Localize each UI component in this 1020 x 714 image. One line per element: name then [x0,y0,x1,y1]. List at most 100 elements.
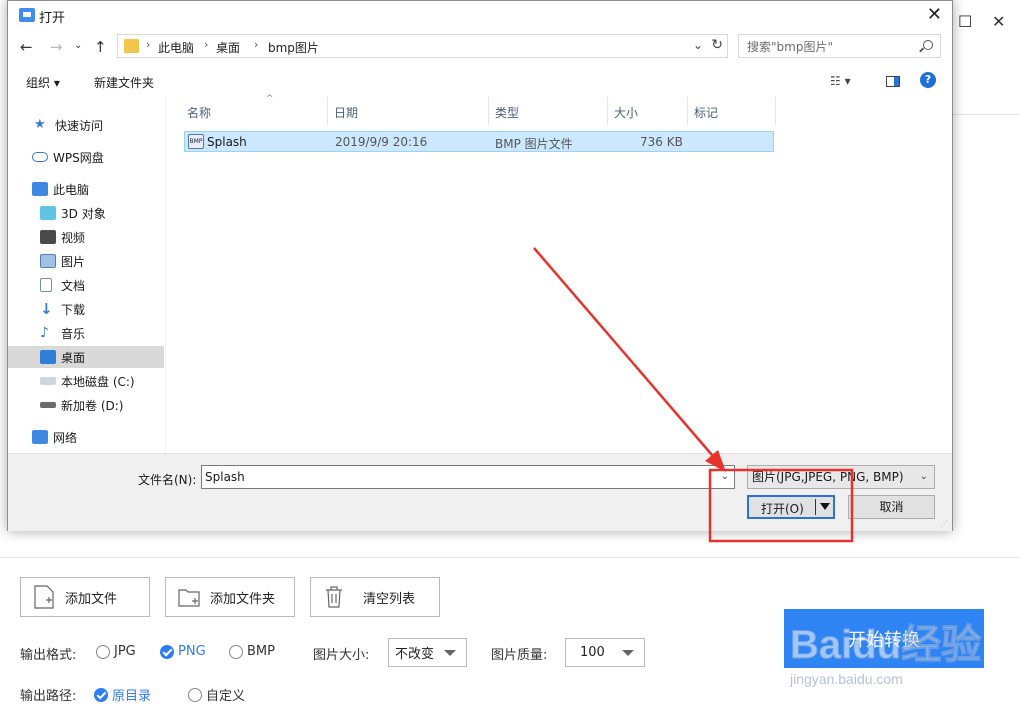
sidebar-item-label: 文档 [61,278,86,293]
drive-icon [40,377,56,385]
radio-icon [229,644,243,659]
divider [0,557,1020,558]
address-bar[interactable]: › 此电脑 › 桌面 › bmp图片 ⌄ ↻ [117,34,728,58]
view-options-icon[interactable]: ☷ ▾ [830,74,851,88]
chevron-down-icon[interactable]: ⌄ [693,38,703,52]
back-arrow-icon[interactable]: ← [20,38,33,56]
watermark-url: jingyan.baidu.com [790,671,903,687]
add-file-icon [34,585,54,609]
desktop-icon [40,350,56,364]
image-size-value: 不改变 [395,647,435,662]
sidebar-item-label: 视频 [61,230,86,245]
video-icon [40,230,56,244]
file-list: ^ 名称 日期 类型 大小 标记 BMP Splash 2019/9/9 20:… [168,94,952,453]
format-png-radio[interactable]: PNG [160,644,206,659]
dialog-footer: 文件名(N): Splash ⌄ 图片(JPG,JPEG, PNG, BMP) … [8,453,952,531]
chevron-right-icon[interactable]: › [204,38,208,51]
column-label: 类型 [495,106,520,120]
table-row[interactable]: BMP Splash 2019/9/9 20:16 BMP 图片文件 736 K… [184,131,774,152]
output-format-label: 输出格式: [20,648,77,663]
sidebar-item-drive-c[interactable]: 本地磁盘 (C:) [8,370,164,392]
sidebar-item-label: 新加卷 (D:) [61,398,124,413]
radio-label: 自定义 [206,689,246,704]
sidebar-item-label: 图片 [61,254,86,269]
column-header-tags[interactable]: 标记 [688,97,776,125]
close-icon[interactable]: ✕ [927,4,942,25]
open-file-dialog: 打开 ✕ ← → ⌄ ↑ › 此电脑 › 桌面 › bmp图片 ⌄ ↻ 搜索"b… [7,0,953,531]
path-original-radio[interactable]: 原目录 [94,685,151,704]
breadcrumb-bmp-folder[interactable]: bmp图片 [268,39,319,56]
help-icon[interactable]: ? [920,72,936,88]
sidebar-item-label: WPS网盘 [53,150,104,165]
sidebar-item-label: 3D 对象 [61,206,106,221]
add-folder-button[interactable]: 添加文件夹 [165,577,295,617]
sidebar-item-label: 网络 [53,430,78,445]
quality-value: 100 [580,645,605,660]
sidebar-item-downloads[interactable]: ↓ 下载 [8,298,164,320]
folder-icon [124,39,139,53]
sidebar-item-documents[interactable]: 文档 [8,274,164,296]
cancel-button[interactable]: 取消 [848,495,935,519]
format-jpg-radio[interactable]: JPG [96,644,136,659]
path-custom-radio[interactable]: 自定义 [188,685,245,704]
preview-pane-icon[interactable] [886,76,900,87]
sidebar-item-quick-access[interactable]: ★ 快速访问 [8,114,164,136]
column-header-size[interactable]: 大小 [608,97,688,125]
column-header-date[interactable]: 日期 [328,97,489,125]
sidebar-item-label: 下载 [61,302,86,317]
radio-label: 原目录 [112,689,152,704]
app-icon [19,8,35,22]
sidebar-item-desktop[interactable]: 桌面 [8,346,164,368]
search-input[interactable]: 搜索"bmp图片" [738,34,941,58]
clear-list-button[interactable]: 清空列表 [310,577,440,617]
sidebar-item-videos[interactable]: 视频 [8,226,164,248]
organize-menu[interactable]: 组织 ▾ [26,74,60,91]
cloud-icon [32,152,48,162]
sidebar-item-label: 音乐 [61,326,86,341]
breadcrumb-this-pc[interactable]: 此电脑 [158,39,194,56]
radio-label: JPG [114,644,136,659]
network-icon [32,430,48,444]
bmp-file-icon: BMP [188,134,204,149]
start-convert-button[interactable]: 开始转换 [784,609,984,668]
maximize-icon[interactable]: ☐ [958,12,972,31]
file-type-select[interactable]: 图片(JPG,JPEG, PNG, BMP) ⌄ [747,465,935,489]
radio-label: PNG [178,644,206,659]
refresh-icon[interactable]: ↻ [711,37,723,53]
sidebar-item-drive-d[interactable]: 新加卷 (D:) [8,394,164,416]
chevron-right-icon[interactable]: › [146,38,150,51]
quality-select[interactable]: 100 [565,638,645,667]
filename-input[interactable]: Splash ⌄ [201,465,735,489]
chevron-down-icon[interactable]: ⌄ [721,466,729,488]
add-file-label: 添加文件 [65,591,118,607]
column-header-name[interactable]: ^ 名称 [181,94,328,125]
sidebar-item-label: 此电脑 [53,182,90,197]
open-button[interactable]: 打开(O) [747,495,835,519]
resize-grip-icon[interactable]: ⋰ [940,519,950,529]
up-arrow-icon[interactable]: ↑ [94,38,107,56]
sidebar-item-this-pc[interactable]: 此电脑 [8,178,164,200]
column-header-type[interactable]: 类型 [489,97,608,125]
chevron-down-icon [622,650,634,656]
recent-dropdown-icon[interactable]: ⌄ [74,40,82,51]
sidebar-item-music[interactable]: ♪ 音乐 [8,322,164,344]
filename-label: 文件名(N): [138,473,197,487]
computer-icon [32,182,48,196]
format-bmp-radio[interactable]: BMP [229,644,275,659]
sidebar-item-pictures[interactable]: 图片 [8,250,164,272]
file-size: 736 KB [640,135,683,149]
sidebar-item-network[interactable]: 网络 [8,426,164,448]
close-icon[interactable]: ✕ [992,12,1005,31]
sidebar-item-3d-objects[interactable]: 3D 对象 [8,202,164,224]
add-file-button[interactable]: 添加文件 [20,577,150,617]
breadcrumb-desktop[interactable]: 桌面 [216,39,240,56]
image-size-label: 图片大小: [313,648,370,663]
chevron-right-icon[interactable]: › [254,38,258,51]
sidebar-item-wps-cloud[interactable]: WPS网盘 [8,146,164,168]
forward-arrow-icon[interactable]: → [50,38,63,56]
new-folder-button[interactable]: 新建文件夹 [94,74,154,91]
caret-down-icon[interactable] [820,503,830,510]
image-size-select[interactable]: 不改变 [388,638,467,667]
sidebar-item-label: 快速访问 [55,118,104,133]
trash-icon [326,586,342,608]
